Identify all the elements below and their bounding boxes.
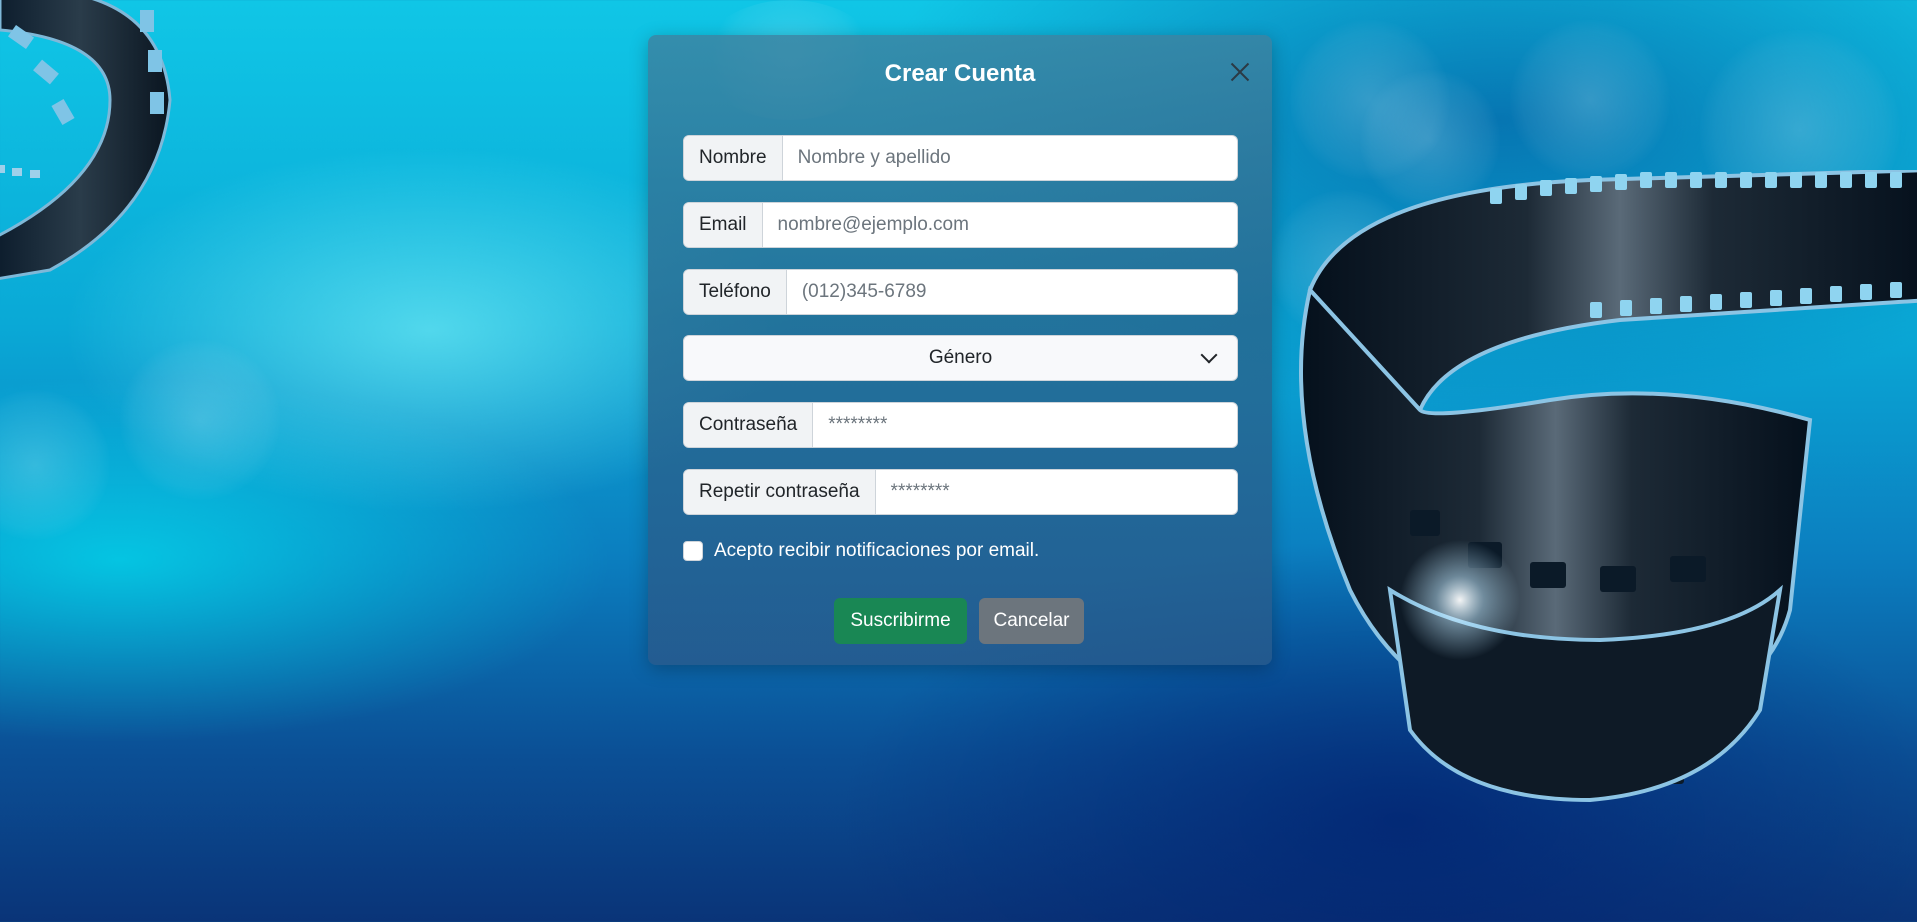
phone-field: Teléfono xyxy=(683,269,1238,315)
email-field: Email xyxy=(683,202,1238,248)
phone-input[interactable] xyxy=(786,270,1237,314)
name-label: Nombre xyxy=(684,136,783,180)
create-account-modal: Crear Cuenta Nombre Email Teléfono Géner… xyxy=(648,35,1272,665)
subscribe-button[interactable]: Suscribirme xyxy=(834,598,967,644)
repeat-password-input[interactable] xyxy=(875,470,1237,514)
modal-title: Crear Cuenta xyxy=(884,60,1036,87)
password-label: Contraseña xyxy=(684,403,814,447)
repeat-password-field: Repetir contraseña xyxy=(683,469,1238,515)
notifications-checkbox-label[interactable]: Acepto recibir notificaciones por email. xyxy=(714,540,1039,562)
notifications-checkbox[interactable] xyxy=(683,541,703,561)
name-field: Nombre xyxy=(683,135,1238,181)
cancel-button[interactable]: Cancelar xyxy=(979,598,1084,644)
chevron-down-icon xyxy=(1200,346,1218,364)
bokeh-light xyxy=(120,340,280,500)
film-reel-right xyxy=(1299,170,1917,803)
phone-label: Teléfono xyxy=(684,270,787,314)
password-field: Contraseña xyxy=(683,402,1238,448)
bokeh-light xyxy=(1510,20,1670,180)
email-label: Email xyxy=(684,203,763,247)
repeat-password-label: Repetir contraseña xyxy=(684,470,876,514)
password-input[interactable] xyxy=(813,403,1237,447)
bokeh-light xyxy=(0,390,110,540)
gender-select-value: Género xyxy=(928,347,993,368)
film-reel-left xyxy=(0,0,172,280)
name-input[interactable] xyxy=(782,136,1237,180)
notifications-checkbox-row: Acepto recibir notificaciones por email. xyxy=(683,540,1039,562)
close-icon[interactable] xyxy=(1224,57,1254,87)
email-input[interactable] xyxy=(762,203,1237,247)
gender-select[interactable]: Género xyxy=(683,335,1238,381)
